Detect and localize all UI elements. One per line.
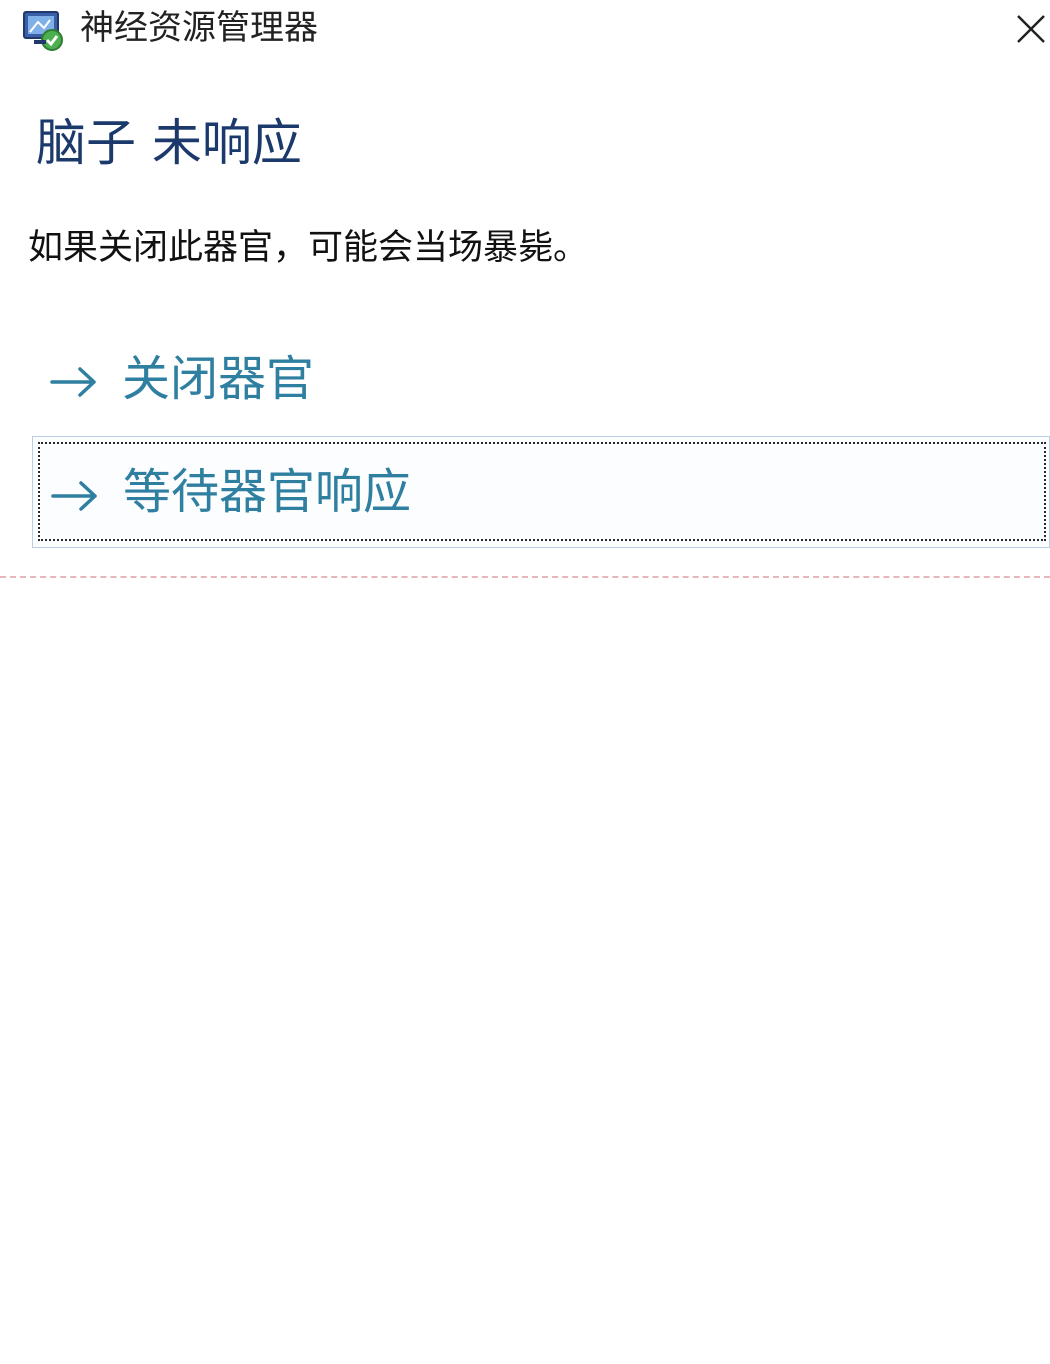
title-bar: 神经资源管理器: [0, 0, 1050, 60]
arrow-right-icon: [48, 364, 100, 400]
window-title: 神经资源管理器: [80, 8, 318, 48]
app-monitor-icon: [20, 6, 68, 54]
close-organ-option[interactable]: 关闭器官: [32, 336, 1050, 426]
wait-for-organ-label: 等待器官响应: [123, 464, 412, 520]
wait-for-organ-option[interactable]: 等待器官响应: [32, 436, 1050, 548]
dialog-message: 如果关闭此器官，可能会当场暴毙。: [28, 228, 589, 268]
close-organ-label: 关闭器官: [122, 351, 315, 407]
dialog-bottom-divider: [0, 576, 1050, 578]
dialog-heading: 脑子 未响应: [36, 114, 302, 172]
close-icon: [1017, 15, 1045, 43]
close-button[interactable]: [1010, 8, 1050, 48]
arrow-right-icon: [49, 478, 101, 514]
